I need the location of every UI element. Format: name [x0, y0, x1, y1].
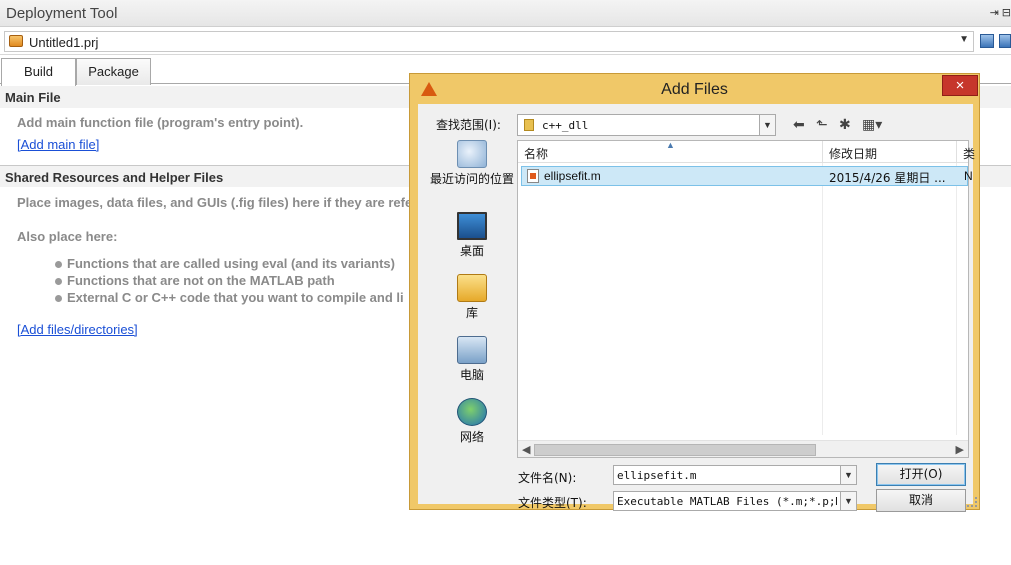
place-network[interactable]: 网络: [428, 398, 516, 445]
column-guide: [956, 163, 957, 435]
column-guide: [822, 163, 823, 435]
filename-label: 文件名(N):: [518, 471, 577, 485]
close-button[interactable]: ×: [942, 75, 978, 96]
scroll-right-icon[interactable]: ▶: [956, 443, 964, 456]
project-icon: [9, 35, 23, 47]
computer-icon: [457, 336, 487, 364]
place-computer[interactable]: 电脑: [428, 336, 516, 383]
look-in-value: c++_dll: [542, 119, 589, 132]
view-menu-icon[interactable]: ▦▾: [862, 116, 882, 133]
filetype-value: Executable MATLAB Files (*.m;*.p;MEX): [617, 495, 837, 508]
window-title: Deployment Tool: [6, 5, 118, 22]
dialog-title-bar[interactable]: Add Files ×: [410, 74, 979, 104]
new-folder-icon[interactable]: ✱: [839, 116, 851, 133]
bullet-item: Functions that are not on the MATLAB pat…: [55, 273, 335, 288]
scrollbar-thumb[interactable]: [534, 444, 816, 456]
file-row[interactable]: ellipsefit.m 2015/4/26 星期日 ... N: [521, 166, 973, 186]
scroll-left-icon[interactable]: ◀: [522, 443, 530, 456]
also-place-here-label: Also place here:: [17, 229, 118, 244]
matlab-file-icon: [527, 169, 539, 183]
place-libraries[interactable]: 库: [428, 274, 516, 321]
main-file-hint: Add main function file (program's entry …: [17, 115, 304, 130]
network-icon: [457, 398, 487, 426]
place-label: 电脑: [459, 368, 484, 382]
look-in-dropdown[interactable]: c++_dll ▼: [517, 114, 776, 136]
bullet-icon: [55, 295, 62, 303]
project-name: Untitled1.prj: [29, 35, 99, 50]
add-files-dialog: Add Files × 查找范围(I): c++_dll ▼ ⬅ ⬑ ✱ ▦▾ …: [409, 73, 980, 512]
tab-package[interactable]: Package: [76, 58, 151, 85]
file-date: 2015/4/26 星期日 ...: [829, 171, 946, 185]
file-name: ellipsefit.m: [544, 169, 601, 183]
horizontal-scrollbar[interactable]: ◀ ▶: [518, 440, 968, 457]
place-label: 桌面: [459, 244, 484, 258]
filename-value: ellipsefit.m: [617, 469, 697, 482]
place-label: 最近访问的位置: [429, 172, 514, 186]
places-bar: 最近访问的位置 桌面 库 电脑 网络: [428, 140, 516, 446]
add-main-file-link[interactable]: [Add main file]: [17, 137, 99, 152]
project-selector[interactable]: Untitled1.prj ▼: [4, 31, 974, 52]
file-list-header: 名称 ▲ 修改日期 类: [518, 140, 975, 163]
chevron-down-icon[interactable]: ▼: [840, 466, 856, 484]
place-label: 库: [465, 306, 478, 320]
up-folder-icon[interactable]: ⬑: [816, 116, 828, 133]
cancel-button[interactable]: 取消: [876, 489, 966, 512]
libraries-icon: [457, 274, 487, 302]
look-in-label: 查找范围(I):: [436, 118, 501, 132]
project-delete-icon[interactable]: [999, 34, 1011, 48]
bullet-icon: [55, 261, 62, 269]
shared-resources-hint: Place images, data files, and GUIs (.fig…: [17, 195, 413, 210]
place-desktop[interactable]: 桌面: [428, 212, 516, 259]
dock-icon[interactable]: ⇥: [990, 6, 999, 19]
sort-ascending-icon: ▲: [666, 140, 675, 150]
dialog-title: Add Files: [661, 81, 728, 98]
back-arrow-icon[interactable]: ⬅: [793, 116, 805, 133]
bullet-icon: [55, 278, 62, 286]
column-divider[interactable]: [822, 141, 823, 163]
chevron-down-icon[interactable]: ▼: [840, 492, 856, 510]
file-type: N: [964, 169, 973, 183]
filetype-label: 文件类型(T):: [518, 496, 587, 510]
column-header-type[interactable]: 类: [963, 145, 975, 162]
project-bar: Untitled1.prj ▼: [0, 28, 1011, 55]
desktop-icon: [457, 212, 487, 240]
title-bar: Deployment Tool ⇥ ⊟: [0, 0, 1011, 27]
column-header-date[interactable]: 修改日期: [829, 145, 877, 162]
folder-icon: [524, 119, 534, 131]
column-divider[interactable]: [956, 141, 957, 163]
chevron-down-icon[interactable]: ▼: [759, 115, 775, 135]
chevron-down-icon[interactable]: ▼: [959, 34, 969, 45]
filename-input[interactable]: ellipsefit.m ▼: [613, 465, 857, 485]
bullet-item: Functions that are called using eval (an…: [55, 256, 395, 271]
recent-places-icon: [457, 140, 487, 168]
filetype-select[interactable]: Executable MATLAB Files (*.m;*.p;MEX) ▼: [613, 491, 857, 511]
dialog-body: 查找范围(I): c++_dll ▼ ⬅ ⬑ ✱ ▦▾ 最近访问的位置 桌面 库: [418, 104, 975, 512]
resize-grip-icon[interactable]: [967, 497, 977, 507]
project-settings-icon[interactable]: [980, 34, 994, 48]
undock-icon[interactable]: ⊟: [1002, 6, 1011, 19]
place-recent[interactable]: 最近访问的位置: [428, 140, 516, 187]
column-header-name[interactable]: 名称: [524, 145, 548, 162]
open-button[interactable]: 打开(O): [876, 463, 966, 486]
add-files-directories-link[interactable]: [Add files/directories]: [17, 322, 138, 337]
place-label: 网络: [459, 430, 484, 444]
tab-build[interactable]: Build: [1, 58, 76, 86]
file-list[interactable]: 名称 ▲ 修改日期 类 ellipsefit.m 2015/4/26 星期日 .…: [517, 140, 975, 458]
bullet-item: External C or C++ code that you want to …: [55, 290, 404, 305]
